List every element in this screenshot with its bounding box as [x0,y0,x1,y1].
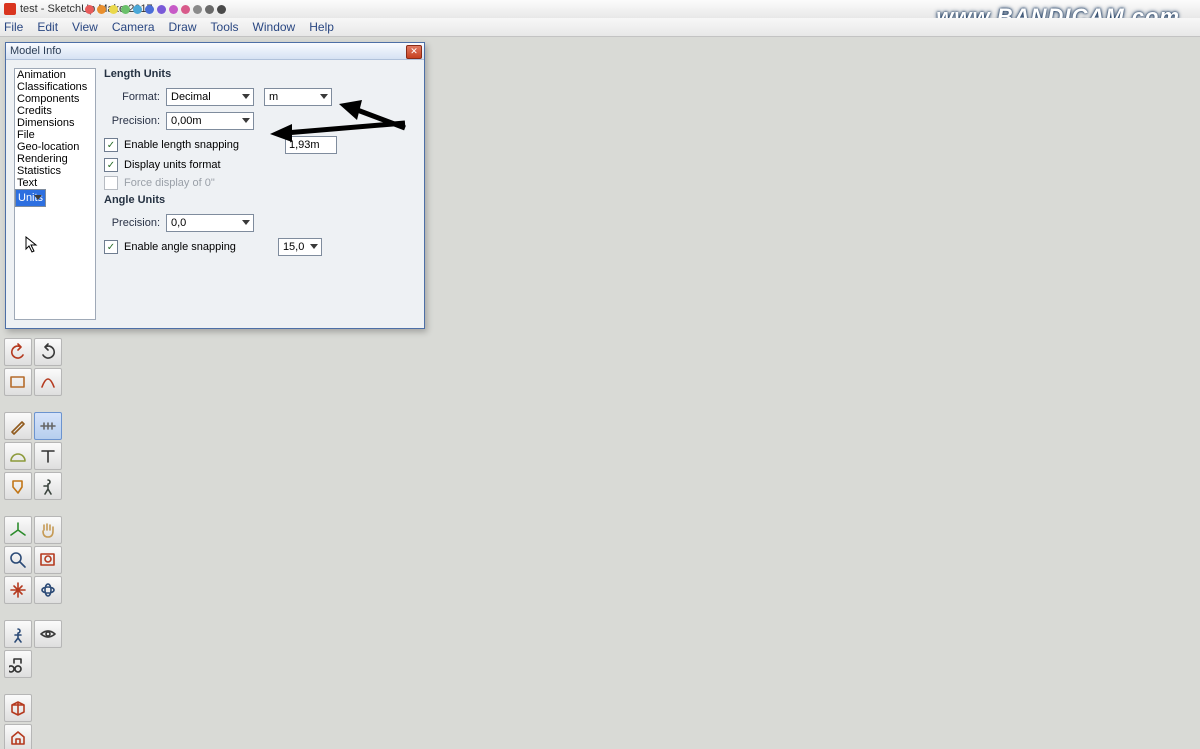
tab-dot [181,5,190,14]
colored-tab-dots [85,0,226,18]
menu-camera[interactable]: Camera [112,20,155,34]
category-rendering[interactable]: Rendering [15,153,95,165]
category-credits[interactable]: Credits [15,105,95,117]
tab-dot [205,5,214,14]
dialog-title: Model Info [10,45,61,57]
checkbox-checked-icon: ✓ [104,138,118,152]
angle-precision-label: Precision: [104,217,160,229]
unit-select[interactable]: m [264,88,332,106]
display-units-format-checkbox[interactable]: ✓ Display units format [104,158,416,172]
format-label: Format: [104,91,160,103]
force-display-checkbox: Force display of 0" [104,176,416,190]
menu-tools[interactable]: Tools [211,20,239,34]
tab-dot [97,5,106,14]
protractor-icon[interactable] [4,442,32,470]
tab-dot [157,5,166,14]
redo-icon[interactable] [34,338,62,366]
length-snap-value[interactable]: 1,93m [285,136,337,154]
menu-help[interactable]: Help [309,20,334,34]
orbit-icon[interactable] [34,576,62,604]
category-file[interactable]: File [15,129,95,141]
format-select[interactable]: Decimal [166,88,254,106]
category-list[interactable]: AnimationClassificationsComponentsCredit… [14,68,96,320]
zoom-window-icon[interactable] [34,546,62,574]
category-units[interactable]: Units [15,189,46,207]
paint-icon[interactable] [4,472,32,500]
tab-dot [145,5,154,14]
close-icon[interactable]: ✕ [406,45,422,59]
warehouse-icon[interactable] [4,724,32,749]
dim-bottom: 1,52m [940,649,987,668]
menu-draw[interactable]: Draw [169,20,197,34]
checkbox-checked-icon: ✓ [104,240,118,254]
category-text[interactable]: Text [15,177,95,189]
dimension-lines [650,208,1095,660]
category-statistics[interactable]: Statistics [15,165,95,177]
pencil-icon[interactable] [4,412,32,440]
enable-angle-snapping-checkbox[interactable]: ✓ Enable angle snapping 15,0 [104,238,416,256]
angle-units-heading: Angle Units [104,194,416,206]
rectangle-icon[interactable] [4,368,32,396]
zoom-icon[interactable] [4,546,32,574]
model-info-dialog[interactable]: Model Info ✕ AnimationClassificationsCom… [5,42,425,329]
tab-dot [121,5,130,14]
angle-snap-select[interactable]: 15,0 [278,238,322,256]
eye-icon[interactable] [34,620,62,648]
tab-dot [109,5,118,14]
category-components[interactable]: Components [15,93,95,105]
menu-view[interactable]: View [72,20,98,34]
tab-dot [169,5,178,14]
person-icon[interactable] [4,620,32,648]
tab-dot [85,5,94,14]
menu-window[interactable]: Window [253,20,296,34]
category-dimensions[interactable]: Dimensions [15,117,95,129]
angle-precision-select[interactable]: 0,0 [166,214,254,232]
tab-dot [193,5,202,14]
arc-spin-icon[interactable] [34,368,62,396]
checkbox-icon [104,176,118,190]
hand-icon[interactable] [34,516,62,544]
red-3d-icon[interactable] [4,694,32,722]
undo-icon[interactable] [4,338,32,366]
dim-right: 1,52m [982,326,1029,345]
app-icon [4,3,16,15]
enable-length-snapping-checkbox[interactable]: ✓ Enable length snapping 1,93m [104,136,416,154]
length-units-heading: Length Units [104,68,416,80]
menu-edit[interactable]: Edit [37,20,58,34]
menu-file[interactable]: File [4,20,23,34]
tool-toolbar[interactable] [4,338,62,749]
length-precision-label: Precision: [104,115,160,127]
length-precision-select[interactable]: 0,00m [166,112,254,130]
cube-model [660,286,970,645]
checkbox-checked-icon: ✓ [104,158,118,172]
category-animation[interactable]: Animation [15,69,95,81]
dim-top: 1,52m [772,231,819,250]
category-geo-location[interactable]: Geo-location [15,141,95,153]
text-icon[interactable] [34,442,62,470]
tab-dot [217,5,226,14]
axes-icon[interactable] [4,516,32,544]
section-icon[interactable] [4,650,32,678]
category-classifications[interactable]: Classifications [15,81,95,93]
walk-icon[interactable] [34,472,62,500]
dialog-titlebar[interactable]: Model Info ✕ [6,43,424,60]
tape-icon[interactable] [34,412,62,440]
tab-dot [133,5,142,14]
position-icon[interactable] [4,576,32,604]
menu-bar[interactable]: File Edit View Camera Draw Tools Window Help [0,18,1200,37]
